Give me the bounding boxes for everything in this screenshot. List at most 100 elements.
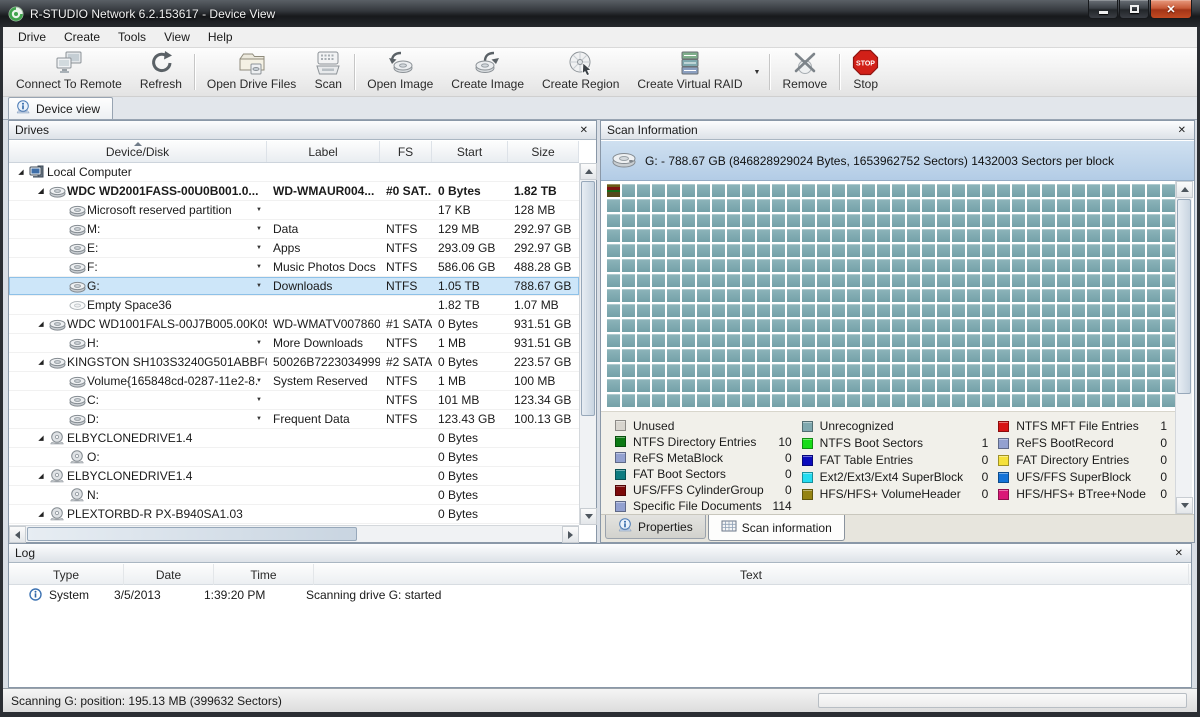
scroll-down-icon[interactable] — [1176, 497, 1193, 514]
drive-row-elbyclonedrive1-4[interactable]: ◢ELBYCLONEDRIVE1.40 Bytes — [9, 429, 579, 448]
drive-row-m[interactable]: M:▼DataNTFS129 MB292.97 GB — [9, 220, 579, 239]
column-header-device-disk[interactable]: Device/Disk — [9, 141, 267, 162]
toolbar-button-create-image[interactable]: Create Image — [442, 50, 533, 94]
toolbar-button-create-virtual-raid[interactable]: Create Virtual RAID — [628, 50, 751, 94]
drive-row-g[interactable]: G:▼DownloadsNTFS1.05 TB788.67 GB — [9, 277, 579, 296]
dropdown-arrow-icon[interactable]: ▼ — [256, 207, 262, 213]
column-header-start[interactable]: Start — [432, 141, 508, 162]
toolbar-button-remove[interactable]: Remove — [773, 50, 836, 94]
scan-block — [607, 259, 620, 272]
drive-row-plextorbd-r-px-b940sa1-03[interactable]: ◢PLEXTORBD-R PX-B940SA1.030 Bytes — [9, 505, 579, 524]
scan-block — [652, 334, 665, 347]
log-column-header-time[interactable]: Time — [214, 564, 314, 585]
maximize-button[interactable] — [1119, 0, 1149, 19]
log-column-header-text[interactable]: Text — [314, 564, 1189, 585]
toolbar-button-scan[interactable]: Scan — [305, 50, 351, 94]
legend-value: 0 — [785, 451, 802, 465]
dropdown-arrow-icon[interactable]: ▼ — [256, 264, 262, 270]
toolbar-button-refresh[interactable]: Refresh — [131, 50, 191, 94]
drive-row-kingston-sh103s3240g501abbf0[interactable]: ◢KINGSTON SH103S3240G501ABBF050026B72230… — [9, 353, 579, 372]
drive-row-o[interactable]: O:0 Bytes — [9, 448, 579, 467]
toolbar-button-stop[interactable]: STOPStop — [843, 50, 888, 94]
tree-expander-icon[interactable]: ◢ — [15, 168, 27, 176]
log-row[interactable]: System3/5/20131:39:20 PMScanning drive G… — [9, 585, 1191, 605]
scan-block — [637, 364, 650, 377]
log-column-header-date[interactable]: Date — [124, 564, 214, 585]
tree-expander-icon[interactable]: ◢ — [35, 434, 47, 442]
drive-row-volume-165848cd-0287-11e2-8[interactable]: Volume{165848cd-0287-11e2-8.▼System Rese… — [9, 372, 579, 391]
menu-item-help[interactable]: Help — [199, 28, 242, 46]
scroll-right-icon[interactable] — [562, 526, 579, 543]
tree-expander-icon[interactable]: ◢ — [35, 187, 47, 195]
column-header-fs[interactable]: FS — [380, 141, 432, 162]
drives-horizontal-scrollbar[interactable] — [9, 525, 579, 542]
drive-row-wdc-wd1001fals-00j7b005-00k05[interactable]: ◢WDC WD1001FALS-00J7B005.00K05WD-WMATV00… — [9, 315, 579, 334]
scan-block — [1162, 289, 1175, 302]
toolbar-button-connect-to-remote[interactable]: Connect To Remote — [7, 50, 131, 94]
column-header-size[interactable]: Size — [508, 141, 579, 162]
drives-hscroll-thumb[interactable] — [27, 527, 357, 541]
toolbar-button-open-image[interactable]: Open Image — [358, 50, 442, 94]
menu-item-tools[interactable]: Tools — [109, 28, 155, 46]
dropdown-arrow-icon[interactable]: ▼ — [256, 226, 262, 232]
scroll-up-icon[interactable] — [580, 163, 597, 180]
dropdown-arrow-icon[interactable]: ▼ — [256, 340, 262, 346]
tree-expander-icon[interactable]: ◢ — [35, 472, 47, 480]
title-bar[interactable]: R-STUDIO Network 6.2.153617 - Device Vie… — [0, 0, 1200, 27]
drive-row-empty-space36[interactable]: Empty Space361.82 TB1.07 MB — [9, 296, 579, 315]
dropdown-arrow-icon[interactable]: ▼ — [752, 69, 767, 76]
tree-expander-icon[interactable]: ◢ — [35, 358, 47, 366]
scan-vscroll-thumb[interactable] — [1177, 199, 1191, 394]
menu-item-drive[interactable]: Drive — [9, 28, 55, 46]
log-column-header-type[interactable]: Type — [9, 564, 124, 585]
dropdown-arrow-icon[interactable]: ▼ — [256, 416, 262, 422]
drive-row-microsoft-reserved-partition[interactable]: Microsoft reserved partition▼17 KB128 MB — [9, 201, 579, 220]
drive-row-wdc-wd2001fass-00u0b001-0[interactable]: ◢WDC WD2001FASS-00U0B001.0...WD-WMAUR004… — [9, 182, 579, 201]
tree-expander-icon[interactable]: ◢ — [35, 320, 47, 328]
column-header-label[interactable]: Label — [267, 141, 380, 162]
close-icon[interactable]: ✕ — [1176, 125, 1188, 136]
scan-block — [1072, 214, 1085, 227]
drive-row-n[interactable]: N:0 Bytes — [9, 486, 579, 505]
scan-block — [877, 259, 890, 272]
drive-row-d[interactable]: D:▼Frequent DataNTFS123.43 GB100.13 GB — [9, 410, 579, 429]
dropdown-arrow-icon[interactable]: ▼ — [256, 245, 262, 251]
scan-vertical-scrollbar[interactable] — [1175, 181, 1192, 514]
close-icon[interactable]: ✕ — [1173, 548, 1185, 559]
scan-block — [892, 229, 905, 242]
minimize-button[interactable] — [1088, 0, 1118, 19]
drive-row-elbyclonedrive1-4[interactable]: ◢ELBYCLONEDRIVE1.40 Bytes — [9, 467, 579, 486]
toolbar-button-create-region[interactable]: Create Region — [533, 50, 628, 94]
scan-block — [652, 379, 665, 392]
drives-vertical-scrollbar[interactable] — [579, 163, 596, 525]
scroll-left-icon[interactable] — [9, 526, 26, 543]
drive-row-e[interactable]: E:▼AppsNTFS293.09 GB292.97 GB — [9, 239, 579, 258]
scan-panel-title: Scan Information — [607, 123, 698, 137]
scroll-up-icon[interactable] — [1176, 181, 1193, 198]
scan-block — [877, 304, 890, 317]
menu-item-view[interactable]: View — [155, 28, 199, 46]
drive-row-f[interactable]: F:▼Music Photos DocsNTFS586.06 GB488.28 … — [9, 258, 579, 277]
menu-item-create[interactable]: Create — [55, 28, 109, 46]
drives-vscroll-thumb[interactable] — [581, 181, 595, 416]
close-button[interactable]: ✕ — [1150, 0, 1192, 19]
scroll-down-icon[interactable] — [580, 508, 597, 525]
tab-device-view[interactable]: Device view — [8, 97, 113, 119]
drive-row-local-computer[interactable]: ◢Local Computer — [9, 163, 579, 182]
scan-block — [682, 304, 695, 317]
tab-properties[interactable]: Properties — [605, 515, 706, 539]
scan-block — [787, 214, 800, 227]
scan-block — [667, 229, 680, 242]
scan-block — [1027, 199, 1040, 212]
dropdown-arrow-icon[interactable]: ▼ — [256, 283, 262, 289]
toolbar-button-open-drive-files[interactable]: Open Drive Files — [198, 50, 305, 94]
drive-row-h[interactable]: H:▼More DownloadsNTFS1 MB931.51 GB — [9, 334, 579, 353]
status-bar: Scanning G: position: 195.13 MB (399632 … — [3, 688, 1197, 712]
scan-block — [727, 304, 740, 317]
dropdown-arrow-icon[interactable]: ▼ — [256, 397, 262, 403]
close-icon[interactable]: ✕ — [578, 125, 590, 136]
tab-scan-information[interactable]: Scan information — [708, 515, 845, 541]
tree-expander-icon[interactable]: ◢ — [35, 510, 47, 518]
dropdown-arrow-icon[interactable]: ▼ — [256, 378, 262, 384]
drive-row-c[interactable]: C:▼NTFS101 MB123.34 GB — [9, 391, 579, 410]
